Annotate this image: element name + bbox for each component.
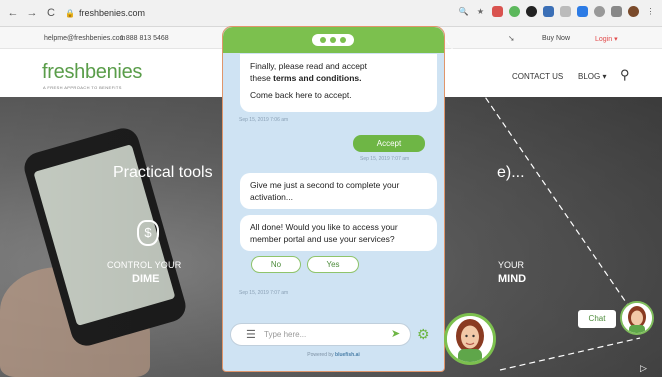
dime-label-line1: CONTROL YOUR bbox=[107, 260, 182, 270]
powered-by-text: Powered by bbox=[307, 352, 336, 358]
extension-icon[interactable] bbox=[611, 6, 622, 17]
extension-icon[interactable] bbox=[526, 6, 537, 17]
chat-launcher-button[interactable]: Chat bbox=[578, 310, 616, 328]
chat-message-terms: Finally, please read and accept these te… bbox=[240, 54, 437, 112]
chat-input-placeholder: Type here... bbox=[264, 330, 307, 339]
extension-icon[interactable] bbox=[594, 6, 605, 17]
url-text: freshbenies.com bbox=[78, 8, 146, 18]
nav-blog[interactable]: BLOG ▾ bbox=[578, 72, 606, 81]
more-icon[interactable]: ⋮ bbox=[645, 6, 656, 17]
cursor-icon: ▷ bbox=[640, 363, 647, 373]
nav-contact-us[interactable]: CONTACT US bbox=[512, 72, 563, 81]
message-timestamp: Sep 15, 2019 7:07 am bbox=[239, 290, 289, 296]
chat-widget: Finally, please read and accept these te… bbox=[222, 26, 445, 372]
search-icon[interactable]: ⚲ bbox=[620, 67, 630, 83]
chat-message-portal: All done! Would you like to access your … bbox=[240, 215, 437, 251]
agent-avatar[interactable] bbox=[444, 313, 496, 365]
chat-message-activation: Give me just a second to complete your a… bbox=[240, 173, 437, 209]
chat-input[interactable]: ☰ Type here... ➤ bbox=[230, 323, 411, 346]
lock-icon: 🔒 bbox=[65, 8, 75, 18]
chat-message-line: these terms and conditions. bbox=[250, 72, 427, 84]
chat-message-line: Finally, please read and accept bbox=[250, 61, 368, 71]
extension-icon[interactable] bbox=[560, 6, 571, 17]
hero-title-continuation: e)... bbox=[497, 164, 525, 181]
terms-link[interactable]: terms and conditions. bbox=[273, 73, 361, 83]
bot-logo-icon bbox=[312, 34, 354, 46]
settings-gear-icon[interactable]: ⚙ bbox=[417, 326, 430, 343]
dime-label-line2: DIME bbox=[132, 273, 160, 285]
browser-toolbar: ← → C 🔒 freshbenies.com 🔍 ★ ⋮ bbox=[0, 0, 662, 27]
powered-by: Powered by bluefish.ai bbox=[223, 352, 444, 358]
agent-face-icon bbox=[447, 316, 493, 362]
message-timestamp: Sep 15, 2019 7:06 am bbox=[239, 117, 289, 123]
yes-button[interactable]: Yes bbox=[307, 256, 359, 273]
agent-face-icon bbox=[622, 303, 652, 333]
chat-message-line: activation... bbox=[250, 192, 293, 202]
support-email[interactable]: helpme@freshbenies.com bbox=[44, 35, 125, 42]
send-icon[interactable]: ➤ bbox=[391, 327, 400, 340]
forward-arrow-icon[interactable]: → bbox=[26, 7, 38, 19]
extension-icon[interactable] bbox=[492, 6, 503, 17]
chat-message-text: these bbox=[250, 73, 274, 83]
buy-now-link[interactable]: Buy Now bbox=[542, 35, 570, 42]
mind-label-line1: YOUR bbox=[498, 260, 525, 270]
extension-icon[interactable] bbox=[509, 6, 520, 17]
hero-title: Practical tools bbox=[113, 164, 213, 181]
support-phone[interactable]: 1 888 813 5468 bbox=[120, 35, 169, 42]
star-icon[interactable]: ★ bbox=[475, 6, 486, 17]
cart-icon[interactable]: ➘ bbox=[508, 34, 515, 43]
chat-message-line: All done! Would you like to access your bbox=[250, 222, 398, 232]
reload-icon[interactable]: C bbox=[45, 7, 57, 19]
chat-message-line: Give me just a second to complete your bbox=[250, 180, 400, 190]
message-timestamp: Sep 15, 2019 7:07 am bbox=[360, 156, 410, 162]
login-dropdown[interactable]: Login ▾ bbox=[595, 35, 618, 43]
money-bag-icon: $ bbox=[137, 220, 159, 246]
extension-icon[interactable] bbox=[543, 6, 554, 17]
extension-icons: 🔍 ★ ⋮ bbox=[458, 6, 656, 17]
freshbenies-logo[interactable]: freshbenies bbox=[42, 61, 142, 84]
no-button[interactable]: No bbox=[251, 256, 301, 273]
chat-message-line: Come back here to accept. bbox=[250, 90, 352, 100]
chat-header bbox=[223, 27, 444, 53]
back-arrow-icon[interactable]: ← bbox=[7, 7, 19, 19]
profile-avatar[interactable] bbox=[628, 6, 639, 17]
accept-button[interactable]: Accept bbox=[353, 135, 425, 152]
launcher-agent-avatar[interactable] bbox=[620, 301, 654, 335]
extension-icon[interactable] bbox=[577, 6, 588, 17]
chat-message-line: member portal and use your services? bbox=[250, 234, 395, 244]
logo-tagline: A FRESH APPROACH TO BENEFITS bbox=[43, 85, 122, 90]
address-bar[interactable]: 🔒 freshbenies.com bbox=[65, 8, 145, 18]
mind-label-line2: MIND bbox=[498, 273, 527, 285]
menu-icon[interactable]: ☰ bbox=[246, 328, 256, 341]
zoom-icon[interactable]: 🔍 bbox=[458, 6, 469, 17]
powered-by-brand: bluefish.ai bbox=[335, 352, 360, 358]
